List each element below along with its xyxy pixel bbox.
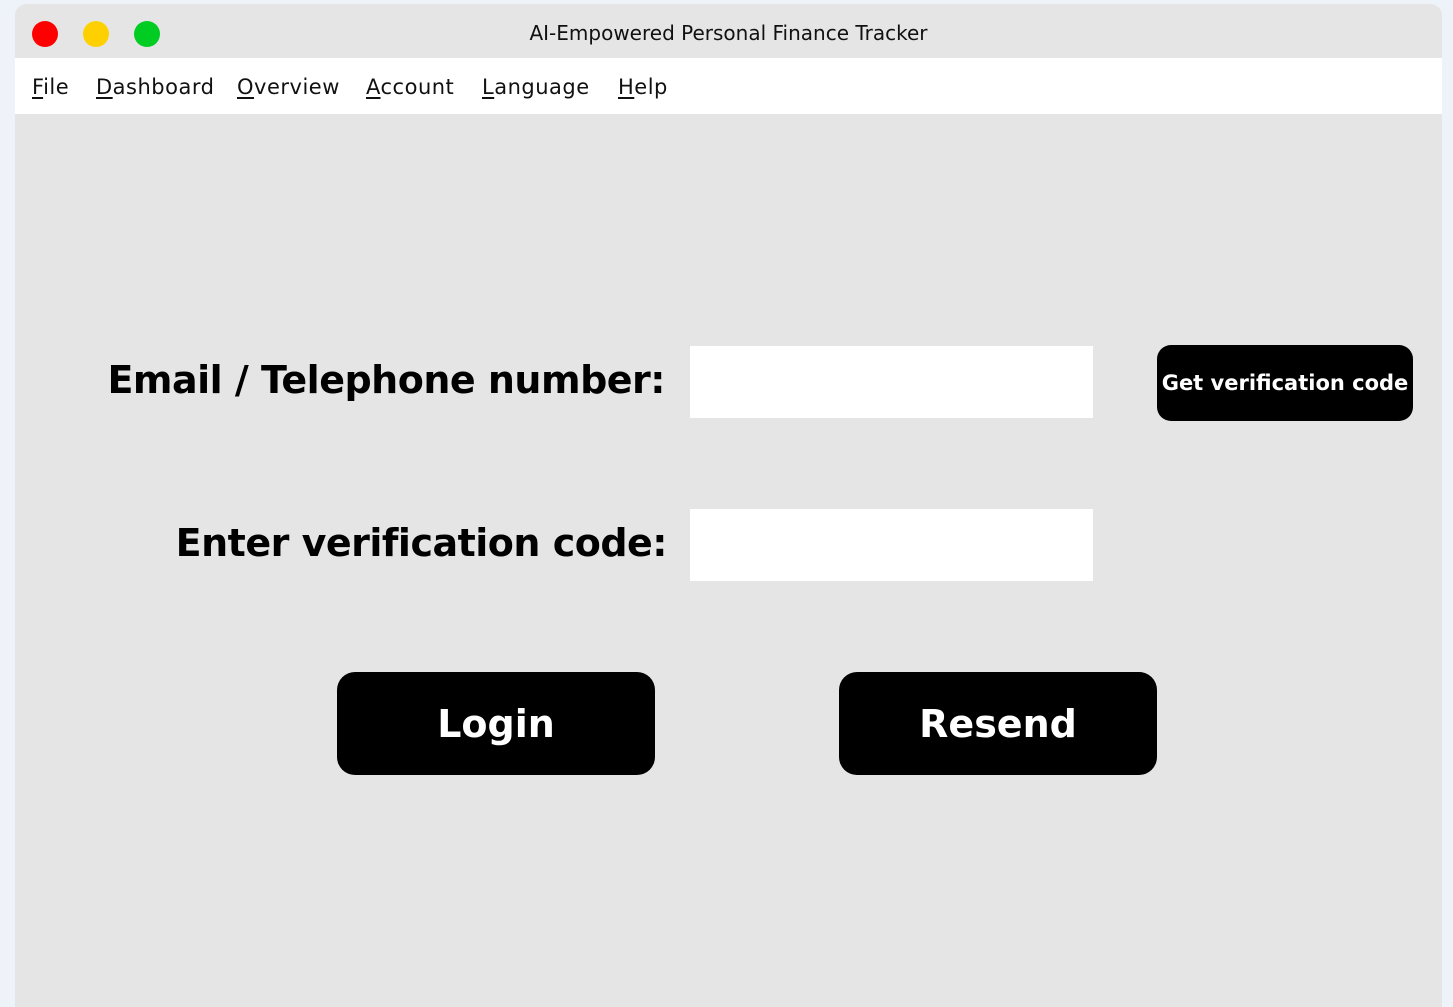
menu-bar: File Dashboard Overview Account Language… (15, 58, 1442, 114)
verification-code-label: Enter verification code: (175, 521, 668, 565)
menu-dashboard-label: ashboard (112, 75, 215, 99)
resend-button[interactable]: Resend (839, 672, 1157, 775)
menu-file[interactable]: File (32, 75, 69, 99)
title-bar: AI-Empowered Personal Finance Tracker (15, 4, 1442, 58)
menu-dashboard-mnemonic: D (96, 75, 113, 99)
menu-overview-mnemonic: O (237, 75, 255, 99)
menu-account-mnemonic: A (366, 75, 381, 99)
menu-language-label: anguage (494, 75, 590, 99)
menu-account[interactable]: Account (366, 75, 454, 99)
verification-code-input[interactable] (690, 509, 1093, 581)
menu-overview-label: verview (254, 75, 340, 99)
contact-label: Email / Telephone number: (107, 358, 665, 402)
menu-language-mnemonic: L (482, 75, 495, 99)
menu-help-mnemonic: H (618, 75, 635, 99)
menu-language[interactable]: Language (482, 75, 590, 99)
menu-dashboard[interactable]: Dashboard (96, 75, 214, 99)
app-window: AI-Empowered Personal Finance Tracker Fi… (15, 4, 1442, 1007)
menu-help[interactable]: Help (618, 75, 668, 99)
window-title: AI-Empowered Personal Finance Tracker (529, 21, 928, 45)
get-verification-code-button[interactable]: Get verification code (1157, 345, 1413, 421)
menu-file-mnemonic: F (32, 75, 44, 99)
login-button[interactable]: Login (337, 672, 655, 775)
contact-input[interactable] (690, 346, 1093, 418)
menu-help-label: elp (634, 75, 668, 99)
menu-account-label: ccount (380, 75, 455, 99)
menu-overview[interactable]: Overview (237, 75, 340, 99)
menu-file-label: ile (43, 75, 70, 99)
